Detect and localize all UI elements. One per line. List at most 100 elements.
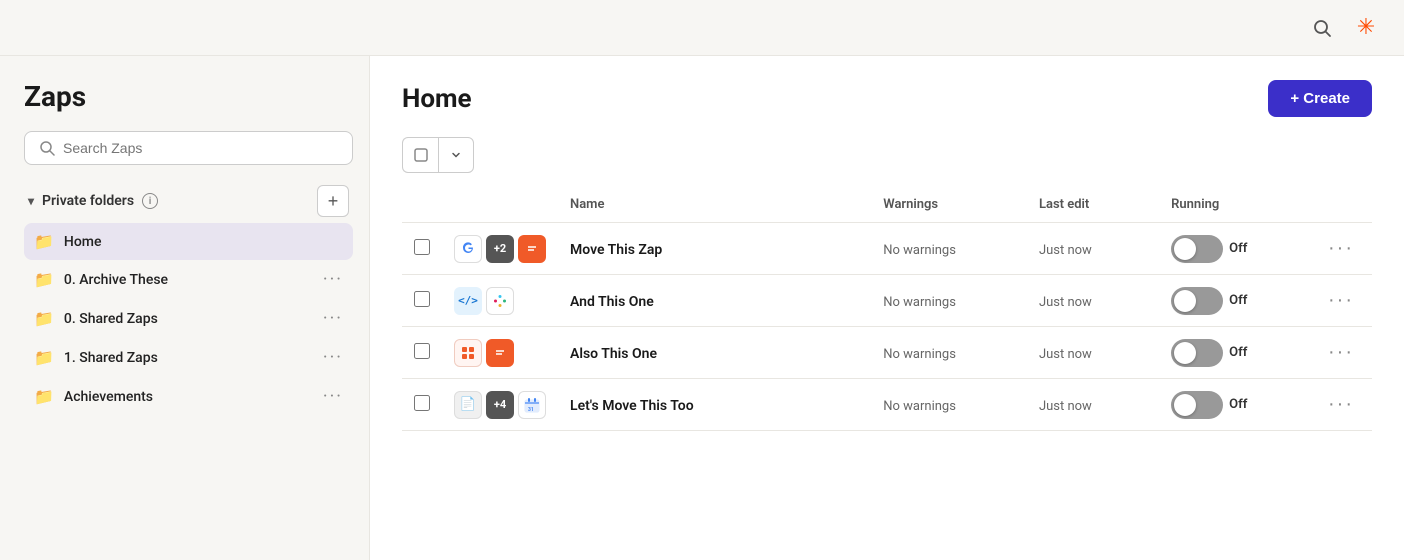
toolbar-row: [402, 137, 1372, 173]
row4-name: Let's Move This Too: [570, 398, 694, 414]
row2-toggle[interactable]: [1171, 287, 1223, 315]
row2-more-button[interactable]: ···: [1322, 285, 1360, 316]
row4-checkbox[interactable]: [414, 395, 430, 411]
row3-toggle[interactable]: [1171, 339, 1223, 367]
row3-running-cell: Off: [1159, 327, 1310, 379]
search-box: [24, 131, 353, 165]
row3-name: Also This One: [570, 346, 657, 362]
row2-name: And This One: [570, 294, 654, 310]
folders-header: ▾ Private folders i +: [24, 185, 353, 217]
row3-last-edit-cell: Just now: [1027, 327, 1159, 379]
row2-icon-slack: [486, 287, 514, 315]
row1-name: Move This Zap: [570, 242, 662, 258]
info-icon: i: [142, 193, 158, 209]
folders-chevron-icon[interactable]: ▾: [28, 194, 34, 208]
sidebar-item-home[interactable]: 📁 Home: [24, 223, 353, 260]
folder-label-archive: 0. Archive These: [64, 272, 313, 288]
row4-last-edit: Just now: [1039, 399, 1092, 414]
row4-toggle[interactable]: [1171, 391, 1223, 419]
row3-toggle-knob: [1174, 342, 1196, 364]
row3-toggle-label: Off: [1229, 345, 1247, 360]
row1-running-cell: Off: [1159, 223, 1310, 275]
folder-more-achievements[interactable]: ···: [323, 386, 343, 407]
row1-toggle[interactable]: [1171, 235, 1223, 263]
row1-last-edit: Just now: [1039, 243, 1092, 258]
row2-icons-cell: </>: [442, 275, 558, 327]
row2-warnings: No warnings: [883, 295, 956, 310]
main-content: Home + Create Name: [370, 56, 1404, 560]
row2-last-edit-cell: Just now: [1027, 275, 1159, 327]
row4-icon-calendar: 31: [518, 391, 546, 419]
page-title: Home: [402, 84, 472, 114]
folder-icon-achievements: 📁: [34, 387, 54, 406]
zapier-asterisk-icon[interactable]: ✳: [1352, 14, 1380, 42]
svg-text:31: 31: [528, 407, 534, 413]
row4-icons-cell: 📄 +4 31: [442, 379, 558, 431]
row2-checkbox[interactable]: [414, 291, 430, 307]
row3-icons-cell: [442, 327, 558, 379]
select-all-checkbox[interactable]: [402, 137, 438, 173]
folder-more-shared0[interactable]: ···: [323, 308, 343, 329]
row1-checkbox-cell: [402, 223, 442, 275]
row4-warnings-cell: No warnings: [871, 379, 1027, 431]
row1-checkbox[interactable]: [414, 239, 430, 255]
row4-warnings: No warnings: [883, 399, 956, 414]
row2-toggle-label: Off: [1229, 293, 1247, 308]
row1-toggle-label: Off: [1229, 241, 1247, 256]
col-header-icons: [442, 191, 558, 223]
sidebar-item-archive[interactable]: 📁 0. Archive These ···: [24, 260, 353, 299]
row1-more-button[interactable]: ···: [1322, 233, 1360, 264]
row1-icon-google: [454, 235, 482, 263]
folder-icon-shared1: 📁: [34, 348, 54, 367]
select-dropdown-button[interactable]: [438, 137, 474, 173]
col-header-running: Running: [1159, 191, 1310, 223]
folder-label-achievements: Achievements: [64, 389, 313, 405]
row3-checkbox-cell: [402, 327, 442, 379]
table-row: Also This One No warnings Just now O: [402, 327, 1372, 379]
topbar: ✳: [0, 0, 1404, 56]
folder-icon-home: 📁: [34, 232, 54, 251]
sidebar-item-shared0[interactable]: 📁 0. Shared Zaps ···: [24, 299, 353, 338]
row1-warnings-cell: No warnings: [871, 223, 1027, 275]
row1-toggle-knob: [1174, 238, 1196, 260]
search-icon[interactable]: [1308, 14, 1336, 42]
search-input[interactable]: [63, 140, 338, 156]
create-button[interactable]: + Create: [1268, 80, 1372, 117]
row3-icon-note: [486, 339, 514, 367]
row3-more-button[interactable]: ···: [1322, 337, 1360, 368]
table-header-row: Name Warnings Last edit Running: [402, 191, 1372, 223]
row4-more-button[interactable]: ···: [1322, 389, 1360, 420]
sidebar-item-achievements[interactable]: 📁 Achievements ···: [24, 377, 353, 416]
row1-warnings: No warnings: [883, 243, 956, 258]
row4-last-edit-cell: Just now: [1027, 379, 1159, 431]
sidebar: Zaps ▾ Private folders i + 📁 Home 📁 0. A…: [0, 56, 370, 560]
table-row: +2 Move This Zap: [402, 223, 1372, 275]
row3-icon-grid: [454, 339, 482, 367]
col-header-last-edit: Last edit: [1027, 191, 1159, 223]
folder-more-shared1[interactable]: ···: [323, 347, 343, 368]
private-folders-label: Private folders: [42, 193, 134, 209]
table-row: </>: [402, 275, 1372, 327]
sidebar-item-shared1[interactable]: 📁 1. Shared Zaps ···: [24, 338, 353, 377]
sidebar-search-icon: [39, 140, 55, 156]
add-folder-button[interactable]: +: [317, 185, 349, 217]
row3-checkbox[interactable]: [414, 343, 430, 359]
sidebar-title: Zaps: [24, 80, 353, 113]
row2-toggle-knob: [1174, 290, 1196, 312]
col-header-warnings: Warnings: [871, 191, 1027, 223]
row1-icon-note: [518, 235, 546, 263]
row1-name-cell: Move This Zap: [558, 223, 871, 275]
row2-warnings-cell: No warnings: [871, 275, 1027, 327]
table-row: 📄 +4 31: [402, 379, 1372, 431]
row3-warnings: No warnings: [883, 347, 956, 362]
row4-toggle-label: Off: [1229, 397, 1247, 412]
row1-icon-plus2: +2: [486, 235, 514, 263]
row4-checkbox-cell: [402, 379, 442, 431]
folder-label-home: Home: [64, 234, 343, 250]
folder-label-shared0: 0. Shared Zaps: [64, 311, 313, 327]
folder-more-archive[interactable]: ···: [323, 269, 343, 290]
row1-icons-cell: +2: [442, 223, 558, 275]
main-layout: Zaps ▾ Private folders i + 📁 Home 📁 0. A…: [0, 56, 1404, 560]
folder-icon-archive: 📁: [34, 270, 54, 289]
row1-last-edit-cell: Just now: [1027, 223, 1159, 275]
